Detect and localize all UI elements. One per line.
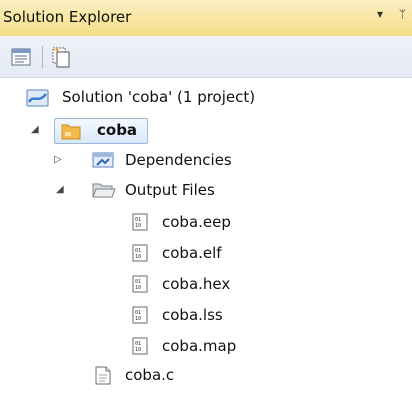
tree-node-dependencies[interactable]: ▷ Dependencies [0,147,412,173]
expand-arrow-icon[interactable]: ▷ [54,147,62,173]
collapse-arrow-icon[interactable]: ◢ [31,117,39,143]
solution-icon [26,88,50,116]
tree-node-file[interactable]: 01 10 coba.map [0,333,412,359]
file-label: coba.lss [162,306,223,324]
svg-text:10: 10 [135,223,141,229]
dependencies-label: Dependencies [125,151,232,169]
output-files-label: Output Files [125,181,215,199]
dependencies-icon [92,151,114,177]
source-file-icon [95,366,111,393]
tree-node-output-files[interactable]: ◢ Output Files [0,177,412,203]
tool-window-title: Solution Explorer [3,8,132,26]
show-all-files-icon[interactable] [50,46,72,68]
solution-explorer-toolbar [0,36,412,78]
source-file-label: coba.c [125,366,175,384]
title-controls: ▾ ᛘ [365,7,406,21]
project-label: coba [97,121,138,139]
svg-text:10: 10 [135,316,141,322]
file-label: coba.eep [162,213,231,231]
file-label: coba.elf [162,244,222,262]
binary-file-icon: 01 10 [132,213,148,239]
tree-node-file[interactable]: 01 10 coba.lss [0,302,412,328]
tree-node-file[interactable]: 01 10 coba.eep [0,209,412,235]
binary-file-icon: 01 10 [132,244,148,270]
folder-open-icon [92,181,116,207]
svg-text:10: 10 [135,347,141,353]
svg-text:10: 10 [135,285,141,291]
auto-hide-pin-icon[interactable]: ᛘ [399,7,406,21]
tree-node-solution[interactable]: Solution 'coba' (1 project) [0,84,412,110]
svg-text:10: 10 [135,254,141,260]
tree-node-file[interactable]: 01 10 coba.elf [0,240,412,266]
window-position-dropdown-icon[interactable]: ▾ [377,7,383,21]
tool-window-titlebar: Solution Explorer ▾ ᛘ [0,0,412,37]
toolbar-separator [42,46,43,68]
binary-file-icon: 01 10 [132,337,148,363]
collapse-arrow-icon[interactable]: ◢ [56,177,64,203]
solution-tree: Solution 'coba' (1 project) ◢ coba ▷ Dep… [0,78,412,385]
tree-node-file[interactable]: 01 10 coba.hex [0,271,412,297]
file-label: coba.hex [162,275,231,293]
tree-node-source-file[interactable]: coba.c [0,362,412,388]
project-folder-icon [61,121,81,149]
file-label: coba.map [162,337,237,355]
properties-icon[interactable] [10,46,32,68]
binary-file-icon: 01 10 [132,275,148,301]
solution-label: Solution 'coba' (1 project) [62,88,256,106]
binary-file-icon: 01 10 [132,306,148,332]
tree-node-project[interactable]: ◢ coba [0,117,412,144]
